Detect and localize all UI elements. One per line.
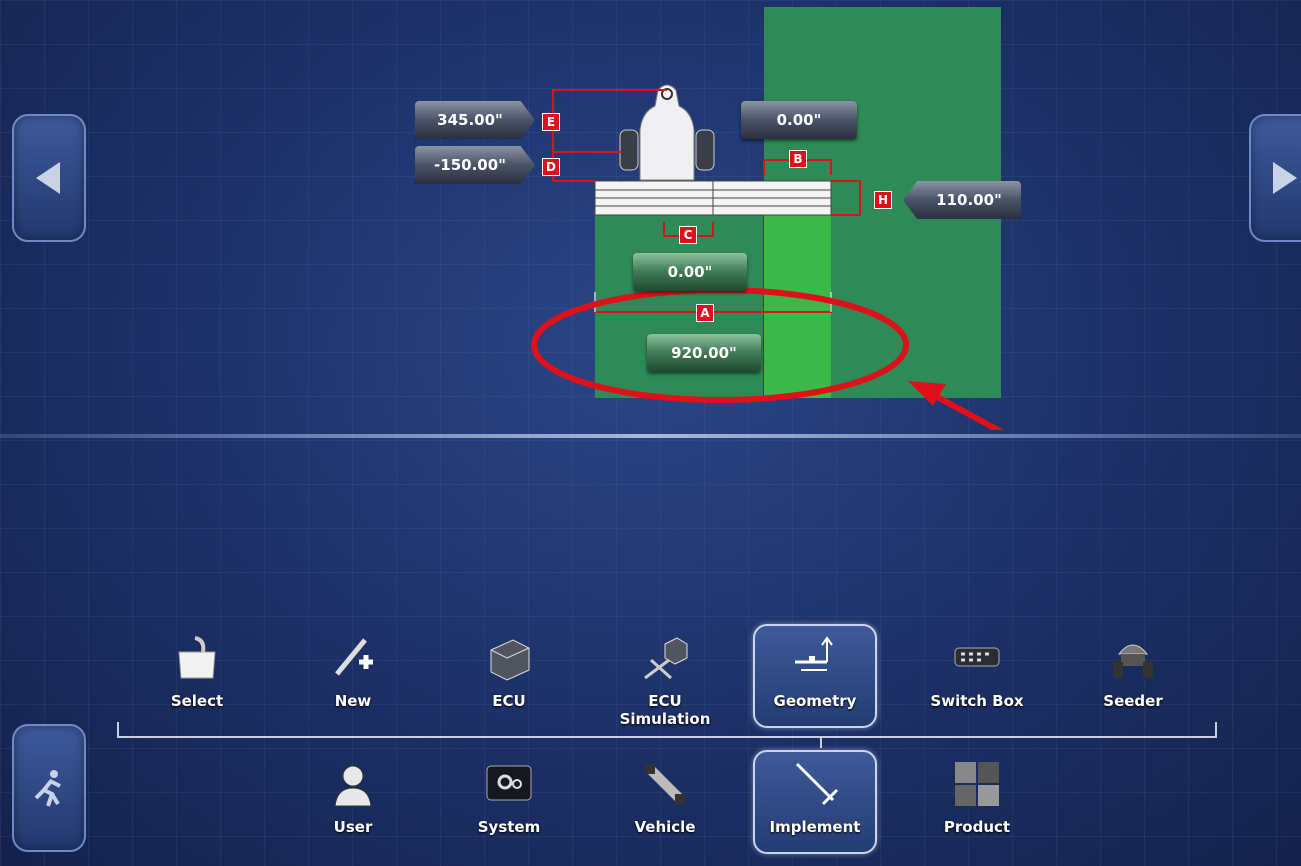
menu-tree-bracket [117,722,1217,738]
menu-geometry-label: Geometry [773,692,857,710]
menu-ecu-simulation[interactable]: ECU Simulation [605,626,725,728]
menu-ecu-label: ECU [492,692,526,710]
exit-running-icon [34,770,61,807]
dimension-tag-e: E [542,113,560,131]
menu-system[interactable]: System [449,752,569,852]
product-icon [955,762,999,806]
switch-box-icon [954,647,1000,667]
menu-switch-box[interactable]: Switch Box [917,626,1037,726]
section-divider [0,434,1301,438]
menu-product[interactable]: Product [917,752,1037,852]
menu-select-label: Select [170,692,224,710]
dimension-tag-c: C [679,226,697,244]
menu-tree-connector [820,736,822,748]
menu-geometry[interactable]: Geometry [753,624,877,728]
menu-implement-label: Implement [769,818,861,836]
menu-seeder-label: Seeder [1103,692,1163,710]
width-a-field[interactable]: 920.00" [647,334,761,372]
offset-e-field[interactable]: 345.00" [415,101,535,139]
ecu-simulation-icon [644,637,688,680]
dimension-tag-b: B [789,150,807,168]
seeder-icon [1113,644,1153,678]
exit-button[interactable] [12,724,86,852]
menu-switch-box-label: Switch Box [930,692,1024,710]
implement-bar [594,180,832,216]
menu-user[interactable]: User [293,752,413,852]
vehicle-icon [619,84,715,181]
section-strip [764,215,831,398]
menu-seeder[interactable]: Seeder [1073,626,1193,726]
vehicle-icon [645,764,685,804]
offset-c-field[interactable]: 0.00" [633,253,747,291]
menu-user-label: User [333,818,373,836]
geometry-icon [795,636,833,671]
menu-vehicle-label: Vehicle [634,818,696,836]
menu-system-label: System [477,818,541,836]
offset-d-field[interactable]: -150.00" [415,146,535,184]
dimension-tag-h: H [874,191,892,209]
menu-new[interactable]: New [293,626,413,726]
implement-icon [795,762,839,806]
menu-select[interactable]: Select [137,626,257,726]
menu-ecu[interactable]: ECU [449,626,569,726]
user-icon [334,765,372,807]
offset-h-field[interactable]: 110.00" [903,181,1021,219]
menu-new-label: New [334,692,372,710]
offset-b-field[interactable]: 0.00" [741,101,857,139]
new-implement-icon [335,638,373,676]
menu-vehicle[interactable]: Vehicle [605,752,725,852]
menu-product-label: Product [943,818,1011,836]
ecu-icon [490,639,530,681]
dimension-tag-a: A [696,304,714,322]
menu-implement[interactable]: Implement [753,750,877,854]
dimension-tag-d: D [542,158,560,176]
system-icon [486,765,532,801]
folder-select-icon [178,636,216,679]
